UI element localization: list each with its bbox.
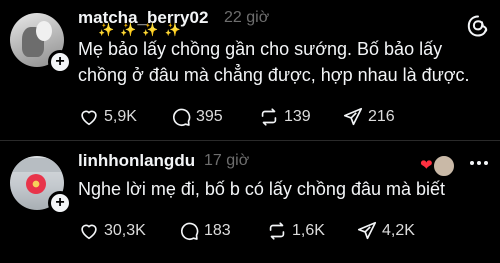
follow-plus-button[interactable]: +	[48, 191, 72, 215]
reply-button[interactable]: 395	[170, 106, 223, 128]
like-count: 5,9K	[104, 108, 137, 125]
send-icon	[357, 221, 377, 240]
heart-icon: ❤	[420, 157, 433, 174]
share-count: 216	[368, 108, 395, 125]
post-username[interactable]: linhhonlangdu	[78, 151, 195, 171]
share-button[interactable]: 4,2K	[356, 220, 415, 242]
reply-count: 183	[204, 222, 231, 239]
repost-count: 139	[284, 108, 311, 125]
send-icon	[343, 107, 363, 126]
more-options-icon[interactable]	[468, 156, 490, 170]
thread-post: + matcha_berry02 ✨✨✨✨ 22 giờ Mẹ bảo lấy …	[0, 0, 500, 140]
liked-by-author-indicator: ❤	[420, 154, 456, 178]
comment-icon	[172, 108, 191, 126]
reply-button[interactable]: 183	[178, 220, 231, 242]
post-timestamp: 22 giờ	[224, 9, 270, 26]
follow-plus-button[interactable]: +	[48, 50, 72, 74]
heart-icon	[81, 224, 97, 240]
post-timestamp: 17 giờ	[204, 152, 250, 169]
like-button[interactable]: 5,9K	[78, 106, 137, 128]
like-button[interactable]: 30,3K	[78, 220, 146, 242]
thread-reply: + linhhonlangdu 17 giờ ❤ Nghe lời mẹ đi,…	[0, 140, 500, 263]
post-text: Nghe lời mẹ đi, bố b có lấy chồng đâu mà…	[78, 179, 446, 199]
repost-count: 1,6K	[292, 222, 325, 239]
reply-count: 395	[196, 108, 223, 125]
repost-icon	[261, 108, 277, 126]
heart-icon	[81, 110, 97, 126]
share-count: 4,2K	[382, 222, 415, 239]
post-text: Mẹ bảo lấy chồng gần cho sướng. Bố bảo l…	[78, 39, 470, 85]
repost-button[interactable]: 139	[258, 106, 311, 128]
share-button[interactable]: 216	[342, 106, 395, 128]
repost-icon	[269, 222, 285, 240]
repost-button[interactable]: 1,6K	[266, 220, 325, 242]
like-count: 30,3K	[104, 222, 146, 239]
comment-icon	[180, 222, 199, 240]
author-mini-avatar	[432, 154, 456, 178]
threads-logo-icon[interactable]	[466, 14, 490, 38]
